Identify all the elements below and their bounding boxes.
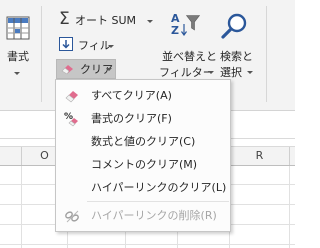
menu-item-clear-hyperlinks[interactable]: ハイパーリンクのクリア(L) [57,177,229,198]
clear-formats-icon: % [64,112,78,127]
chevron-down-icon [108,45,114,48]
fill-down-icon [59,37,73,51]
clear-dropdown-menu: すべてクリア(A) % 書式のクリア(F) 数式と値のクリア(C) コメントのク… [55,79,231,232]
grid-line [289,166,290,248]
menu-item-label: すべてクリア(A) [91,89,172,102]
menu-item-label: コメントのクリア(M) [91,158,198,171]
sort-az-icon: A [171,12,180,25]
menu-item-label: ハイパーリンクの削除(R) [91,209,217,222]
fill-button[interactable]: フィル [56,35,116,55]
column-header-r[interactable]: R [230,147,290,165]
unlink-icon [65,210,79,223]
format-button[interactable]: 書式 [0,10,36,80]
chevron-down-icon [106,68,112,71]
menu-item-label: 数式と値のクリア(C) [91,135,196,148]
menu-item-clear-all[interactable]: すべてクリア(A) [57,85,229,106]
sort-za-icon: Z [171,24,179,37]
search-icon [221,13,247,39]
find-select-label-line2: 選択 [220,66,242,79]
sort-filter-label-line1: 並べ替えと [162,50,217,63]
chevron-down-icon [147,20,153,23]
autosum-button[interactable]: Σ オート SUM [56,10,156,30]
menu-item-clear-formats[interactable]: % 書式のクリア(F) [57,108,229,129]
clear-button[interactable]: クリア [56,59,116,79]
chevron-down-icon [14,72,20,75]
format-cells-icon [6,16,30,40]
sort-filter-button[interactable]: A Z 並べ替えと フィルター [158,10,217,82]
grid-line [0,244,295,245]
menu-item-clear-comments[interactable]: コメントのクリア(M) [57,154,229,175]
menu-item-label: ハイパーリンクのクリア(L) [91,181,227,194]
menu-item-label: 書式のクリア(F) [91,112,172,125]
eraser-icon [61,65,73,75]
find-select-label-line1: 検索と [220,50,253,63]
menu-item-clear-contents[interactable]: 数式と値のクリア(C) [57,131,229,152]
sort-filter-label-line2: フィルター [159,66,214,79]
fill-label: フィル [78,39,111,52]
filter-funnel-icon [186,15,200,31]
menu-separator [87,201,229,202]
chevron-down-icon [208,71,214,74]
menu-item-remove-hyperlinks[interactable]: ハイパーリンクの削除(R) [57,205,229,226]
column-header[interactable] [0,147,22,165]
group-separator [266,6,267,102]
sigma-icon: Σ [59,9,70,29]
group-separator [41,6,42,102]
eraser-icon [65,91,78,103]
autosum-label: オート SUM [75,14,137,27]
grid-line [21,166,22,248]
find-select-button[interactable]: 検索と 選択 [216,10,260,82]
chevron-down-icon [247,71,253,74]
format-label: 書式 [7,50,29,63]
